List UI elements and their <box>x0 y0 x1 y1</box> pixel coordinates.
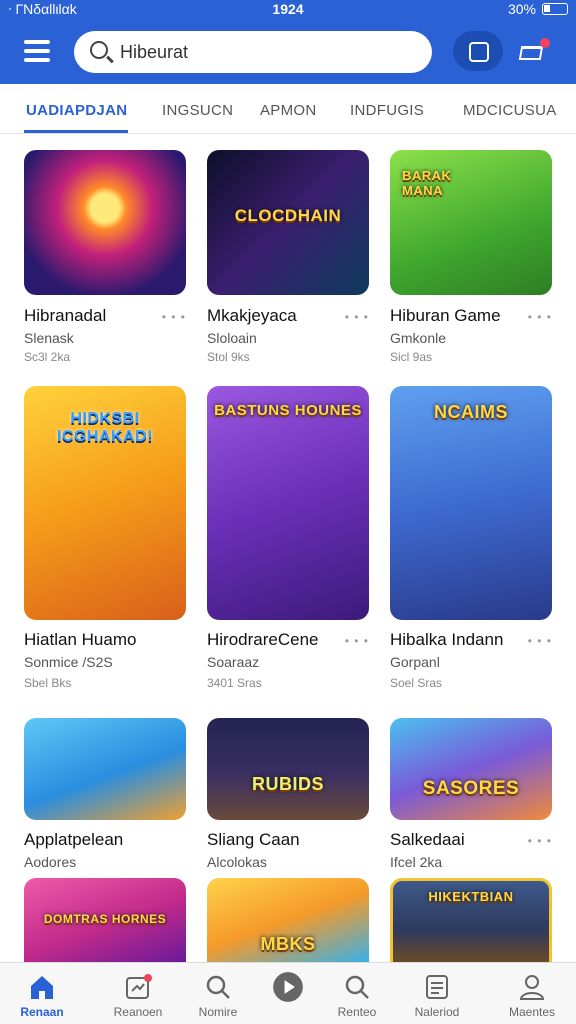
game-meta: Stol 9ks <box>207 350 250 364</box>
game-thumbnail[interactable]: HIKEKTBIAN <box>390 878 552 962</box>
document-icon <box>426 975 448 999</box>
category-tabs: UADIAPDJAN INGSUCN APMON INDFUGIS MDCICU… <box>0 84 576 134</box>
thumbnail-caption: NCAIMS <box>434 402 508 422</box>
game-subtitle: Slenask <box>24 330 74 346</box>
game-title[interactable]: Hibalka Indann <box>390 630 503 650</box>
thumbnail-caption: BASTUNS HOUNES <box>214 402 362 419</box>
nav-naleriod[interactable]: Naleriod <box>389 963 485 1024</box>
nav-label: Renaan <box>20 1005 64 1019</box>
search-input[interactable] <box>120 39 410 65</box>
home-icon <box>31 976 53 999</box>
game-thumbnail[interactable]: BARAK MANA <box>390 150 552 295</box>
cart-icon <box>518 46 544 60</box>
game-subtitle: Alcolokas <box>207 854 267 870</box>
more-icon[interactable]: • • • <box>345 310 369 324</box>
game-meta: Soel Sras <box>390 676 443 690</box>
game-title[interactable]: HirodrareCene <box>207 630 319 650</box>
game-thumbnail[interactable] <box>24 718 186 820</box>
game-subtitle: Sloloain <box>207 330 257 346</box>
game-subtitle: Gmkonle <box>390 330 447 346</box>
more-icon[interactable]: • • • <box>528 310 552 324</box>
thumbnail-caption: DOMTRAS HORNES <box>43 912 167 926</box>
tab-indfugis[interactable]: INDFUGIS <box>350 102 424 119</box>
search-icon <box>206 975 230 999</box>
game-meta: Sbel Bks <box>24 676 72 690</box>
game-subtitle: Aodores <box>24 854 77 870</box>
search-bar[interactable] <box>74 31 432 73</box>
game-thumbnail[interactable] <box>24 150 186 295</box>
nav-maentes[interactable]: Maentes <box>484 963 576 1024</box>
cart-badge <box>540 38 550 48</box>
game-meta: Sicl 9as <box>390 350 433 364</box>
game-meta: Sc3l 2ka <box>24 350 71 364</box>
game-thumbnail[interactable]: DOMTRAS HORNES <box>24 878 186 962</box>
game-title[interactable]: Salkedaai <box>390 830 465 850</box>
thumbnail-caption: HIDKSBI ICGHAKAD! <box>56 410 154 445</box>
nav-label: Naleriod <box>414 1005 460 1019</box>
game-title[interactable]: Sliang Caan <box>207 830 300 850</box>
thumbnail-caption: BARAK MANA <box>402 168 452 198</box>
status-bar: ᐧ ΓΝδαllιlαk 1924 30% <box>0 0 576 20</box>
tab-apmon[interactable]: APMON <box>260 102 317 119</box>
thumbnail-caption: CLOCDHAIN <box>234 206 342 225</box>
clock: 1924 <box>272 1 304 17</box>
battery-percent: 30% <box>507 1 536 17</box>
game-subtitle: Sonmice /S2S <box>24 654 113 670</box>
game-thumbnail[interactable]: HIDKSBI ICGHAKAD! <box>24 386 186 620</box>
tab-ingsucn[interactable]: INGSUCN <box>162 102 233 119</box>
thumbnail-caption: MBKS <box>260 934 316 954</box>
notification-icon <box>126 974 152 999</box>
profile-icon <box>519 975 545 1000</box>
game-title[interactable]: Applatpelean <box>24 830 123 850</box>
game-thumbnail[interactable]: RUBIDS <box>207 718 369 820</box>
play-icon <box>273 972 303 1002</box>
game-meta: 3401 Sras <box>207 676 262 690</box>
thumbnail-caption: HIKEKTBIAN <box>428 889 514 904</box>
game-subtitle: Soaraaz <box>207 654 260 670</box>
app-header: ᐧ ΓΝδαllιlαk 1924 30% <box>0 0 576 84</box>
game-thumbnail[interactable]: SASORES <box>390 718 552 820</box>
game-title[interactable]: Hiatlan Huamo <box>24 630 136 650</box>
battery-icon <box>542 3 568 15</box>
nav-renaan[interactable]: Renaan <box>0 963 90 1024</box>
game-title[interactable]: Mkakjeyaca <box>207 306 297 326</box>
game-subtitle: Gorpanl <box>390 654 440 670</box>
game-thumbnail[interactable]: NCAIMS <box>390 386 552 620</box>
thumbnail-caption: RUBIDS <box>251 774 324 794</box>
more-icon[interactable]: • • • <box>162 310 186 324</box>
thumbnail-caption: SASORES <box>422 778 520 799</box>
search-icon <box>90 41 108 59</box>
more-icon[interactable]: • • • <box>528 834 552 848</box>
cart-button[interactable] <box>516 36 552 68</box>
menu-icon[interactable] <box>24 40 50 62</box>
nav-label: Maentes <box>508 1005 556 1019</box>
game-subtitle: Ifcel 2ka <box>390 854 443 870</box>
search-icon <box>345 975 369 999</box>
game-thumbnail[interactable]: BASTUNS HOUNES <box>207 386 369 620</box>
more-icon[interactable]: • • • <box>528 634 552 648</box>
tab-uadiapdjan[interactable]: UADIAPDJAN <box>26 102 127 119</box>
game-title[interactable]: Hibranadal <box>24 306 106 326</box>
game-thumbnail[interactable]: CLOCDHAIN <box>207 150 369 295</box>
game-title[interactable]: Hiburan Game <box>390 306 501 326</box>
game-thumbnail[interactable]: MBKS <box>207 878 369 962</box>
bottom-navigation: Renaan Reanoen Nomire Renteo Naleriod Ma… <box>0 962 576 1024</box>
tab-mdcicusua[interactable]: MDCICUSUA <box>463 102 557 119</box>
scan-button[interactable] <box>453 31 503 71</box>
tabs-divider <box>0 133 576 134</box>
more-icon[interactable]: • • • <box>345 634 369 648</box>
